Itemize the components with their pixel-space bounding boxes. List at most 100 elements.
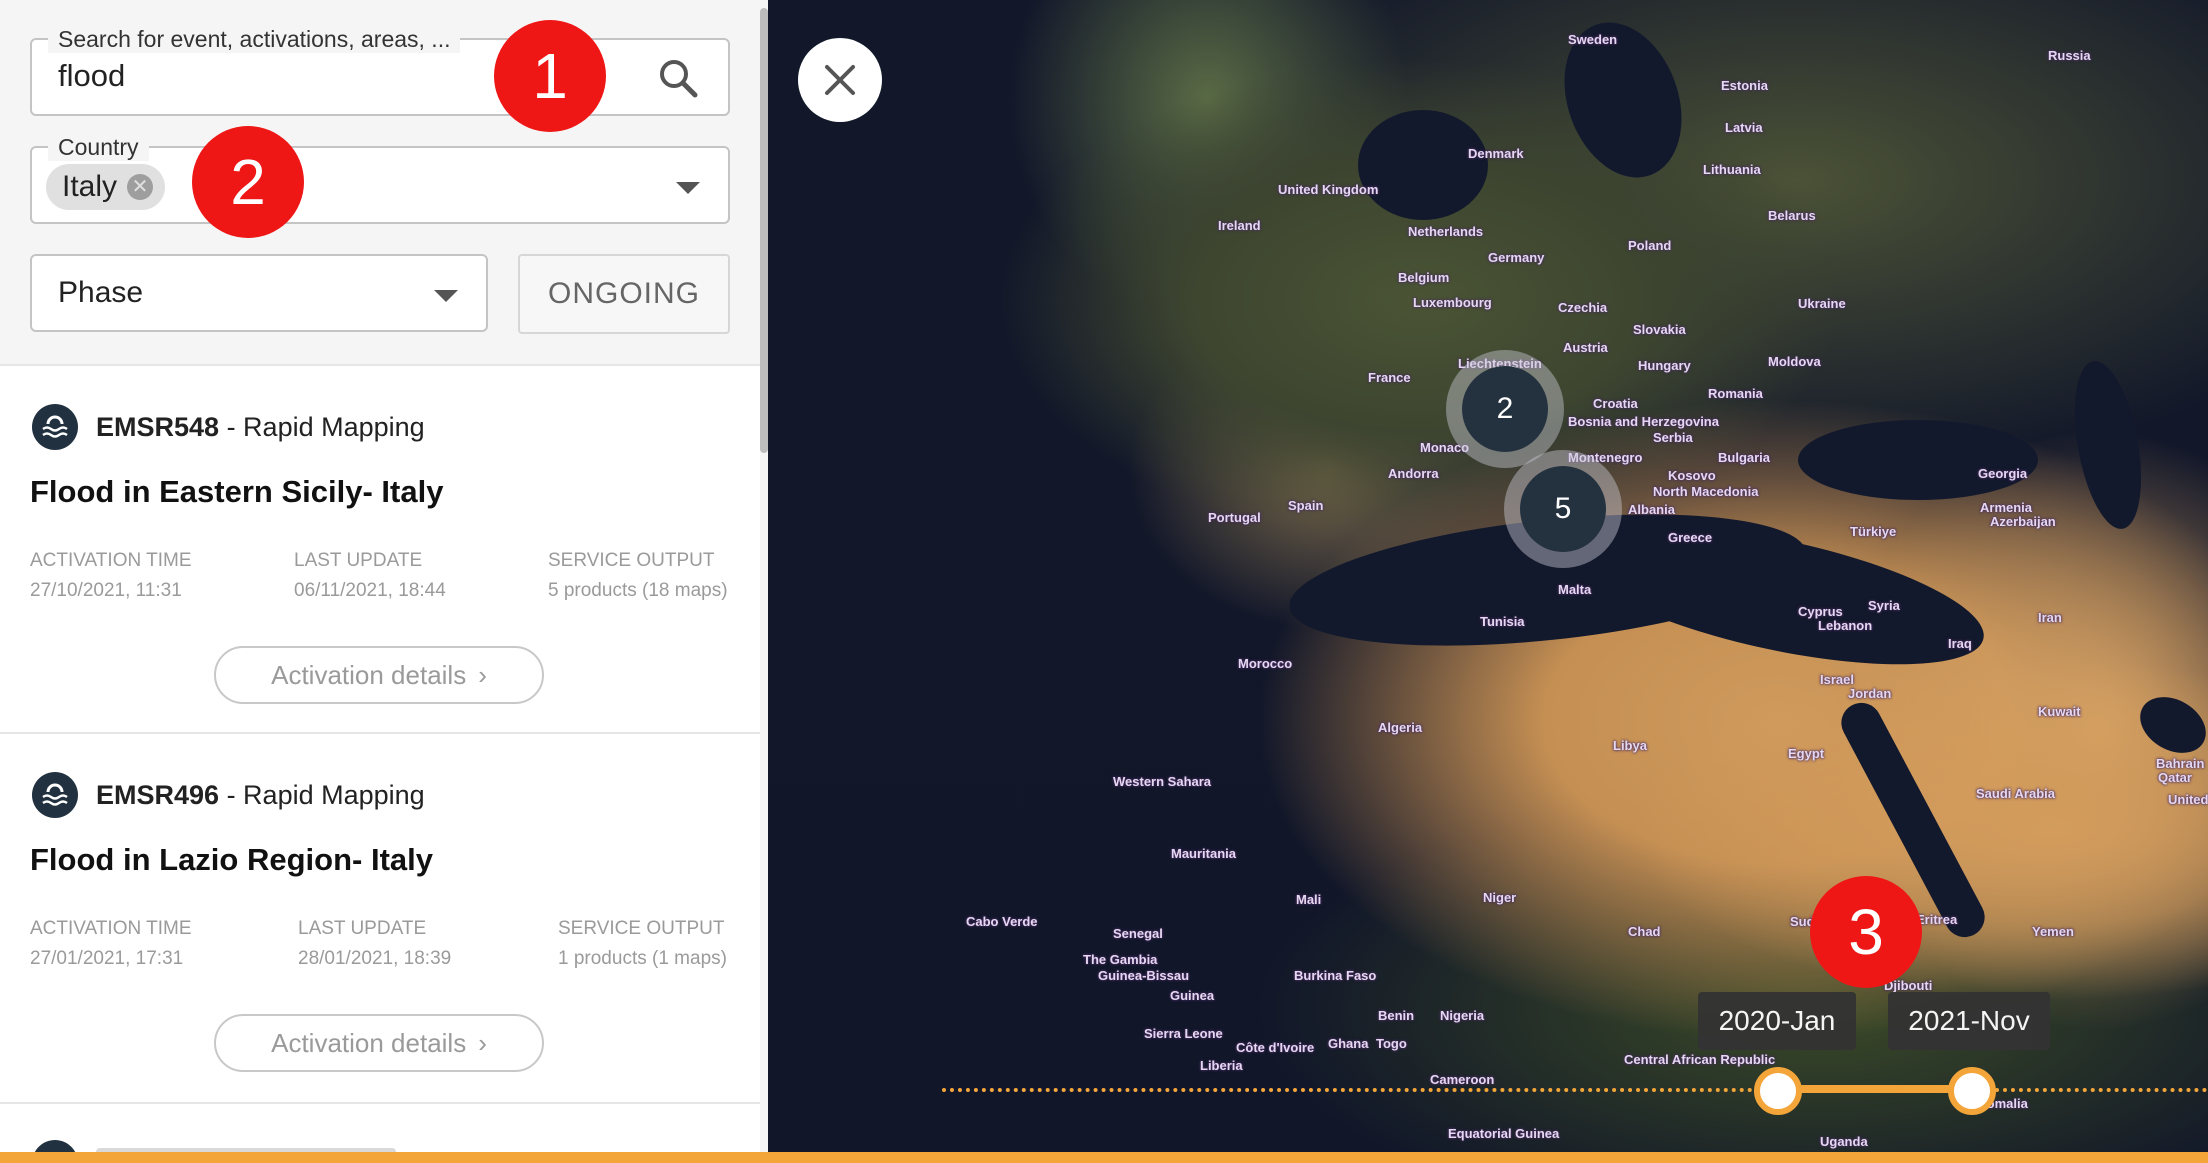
timeline-end-handle[interactable]	[1948, 1067, 1996, 1115]
activation-time: ACTIVATION TIME 27/10/2021, 11:31	[30, 546, 192, 606]
close-button[interactable]	[798, 38, 882, 122]
map-label: France	[1368, 370, 1411, 385]
map-label: Nigeria	[1440, 1008, 1485, 1023]
map-label: United Kingdom	[1278, 182, 1379, 197]
map-label: Cameroon	[1430, 1072, 1495, 1087]
meta-label: ACTIVATION TIME	[30, 918, 192, 939]
map-label: Azerbaijan	[1990, 514, 2056, 529]
map[interactable]: Sweden Russia Estonia Latvia Denmark Lit…	[768, 0, 2208, 1163]
map-label: Chad	[1628, 924, 1661, 939]
annotation-marker: 2	[192, 126, 304, 238]
map-label: Egypt	[1788, 746, 1825, 761]
map-label: Bosnia and Herzegovina	[1568, 414, 1719, 429]
meta-value: 27/10/2021, 11:31	[30, 580, 182, 601]
map-label: Iran	[2038, 610, 2062, 625]
map-label: Portugal	[1208, 510, 1261, 525]
map-label: Yemen	[2032, 924, 2074, 939]
map-label: Andorra	[1388, 466, 1439, 481]
map-label: Cabo Verde	[966, 914, 1038, 929]
country-select[interactable]: Country Italy ✕	[30, 134, 730, 224]
ongoing-button[interactable]: ONGOING	[518, 254, 730, 334]
map-label: Libya	[1613, 738, 1647, 753]
bottom-bar	[0, 1152, 2208, 1163]
flood-icon	[32, 772, 78, 818]
timeline-selected-range	[1778, 1085, 1970, 1093]
map-label: Liberia	[1200, 1058, 1243, 1073]
map-label: Greece	[1668, 530, 1713, 545]
activation-code: EMSR496	[96, 779, 220, 810]
map-label: Uganda	[1820, 1134, 1868, 1149]
map-label: Slovakia	[1633, 322, 1686, 337]
activation-header: EMSR548 - Rapid Mapping	[32, 404, 425, 450]
chevron-down-icon[interactable]	[676, 182, 700, 194]
activation-time: ACTIVATION TIME 27/01/2021, 17:31	[30, 914, 192, 974]
map-label: Burkina Faso	[1294, 968, 1377, 983]
sidebar: Search for event, activations, areas, ..…	[0, 0, 768, 1163]
search-legend: Search for event, activations, areas, ..…	[48, 26, 461, 53]
map-label: Ukraine	[1798, 296, 1846, 311]
timeline-track[interactable]	[942, 1088, 2208, 1092]
last-update: LAST UPDATE 28/01/2021, 18:39	[298, 914, 451, 974]
phase-value: Phase	[58, 276, 144, 309]
meta-label: ACTIVATION TIME	[30, 550, 192, 571]
timeline-start-handle[interactable]	[1754, 1067, 1802, 1115]
map-cluster[interactable]: 2	[1446, 350, 1564, 468]
chevron-down-icon[interactable]	[434, 290, 458, 302]
activation-card: EMSR496 - Rapid Mapping Flood in Lazio R…	[0, 732, 760, 1104]
map-label: Jordan	[1848, 686, 1892, 701]
mediterranean-sea-east	[1561, 497, 1995, 693]
map-label: Kosovo	[1668, 468, 1716, 483]
flood-icon	[32, 404, 78, 450]
phase-select[interactable]: Phase	[30, 254, 488, 332]
map-label: Niger	[1483, 890, 1517, 905]
activation-details-button[interactable]: Activation details ›	[214, 646, 544, 704]
annotation-marker: 1	[494, 20, 606, 132]
map-label: Latvia	[1725, 120, 1763, 135]
map-cluster[interactable]: 5	[1504, 450, 1622, 568]
meta-label: SERVICE OUTPUT	[548, 550, 715, 571]
map-label: Central African Republic	[1624, 1052, 1776, 1067]
map-label: Czechia	[1558, 300, 1608, 315]
map-label: Türkiye	[1850, 524, 1897, 539]
country-chip-label: Italy	[62, 170, 118, 203]
activation-title: Flood in Eastern Sicily- Italy	[30, 474, 444, 509]
meta-value: 1 products (1 maps)	[558, 948, 727, 969]
activation-type: - Rapid Mapping	[219, 411, 425, 442]
map-label: Belgium	[1398, 270, 1450, 285]
map-label: Israel	[1820, 672, 1854, 687]
map-label: Denmark	[1468, 146, 1524, 161]
close-icon	[825, 65, 855, 95]
country-legend: Country	[48, 134, 149, 161]
map-label: Germany	[1488, 250, 1545, 265]
meta-value: 28/01/2021, 18:39	[298, 948, 452, 969]
activation-header: EMSR496 - Rapid Mapping	[32, 772, 425, 818]
sidebar-scrollbar[interactable]	[760, 8, 768, 453]
map-label: Morocco	[1238, 656, 1293, 671]
meta-value: 27/01/2021, 17:31	[30, 948, 184, 969]
service-output: SERVICE OUTPUT 5 products (18 maps)	[548, 546, 728, 606]
chevron-right-icon: ›	[478, 1027, 487, 1058]
map-label: Belarus	[1768, 208, 1816, 223]
caspian-sea	[2063, 356, 2153, 534]
search-icon[interactable]	[656, 56, 700, 105]
annotation-marker: 3	[1810, 876, 1922, 988]
activation-title: Flood in Lazio Region- Italy	[30, 842, 433, 877]
map-label: Russia	[2048, 48, 2091, 63]
activation-details-button[interactable]: Activation details ›	[214, 1014, 544, 1072]
map-label: Syria	[1868, 598, 1900, 613]
chip-remove-icon[interactable]: ✕	[127, 174, 154, 200]
map-label: Western Sahara	[1113, 774, 1212, 789]
map-label: Togo	[1376, 1036, 1407, 1051]
map-label: Romania	[1708, 386, 1763, 401]
search-field[interactable]: Search for event, activations, areas, ..…	[30, 26, 730, 116]
map-label: Mauritania	[1171, 846, 1237, 861]
activation-code: EMSR548	[96, 411, 220, 442]
map-label: Mali	[1296, 892, 1322, 907]
timeline-end-label: 2021-Nov	[1888, 992, 2050, 1050]
map-label: Tunisia	[1480, 614, 1525, 629]
map-label: Ghana	[1328, 1036, 1369, 1051]
timeline-start-label: 2020-Jan	[1698, 992, 1856, 1050]
search-input[interactable]: flood	[58, 58, 125, 94]
country-chip[interactable]: Italy ✕	[46, 164, 166, 210]
map-label: Ireland	[1218, 218, 1261, 233]
